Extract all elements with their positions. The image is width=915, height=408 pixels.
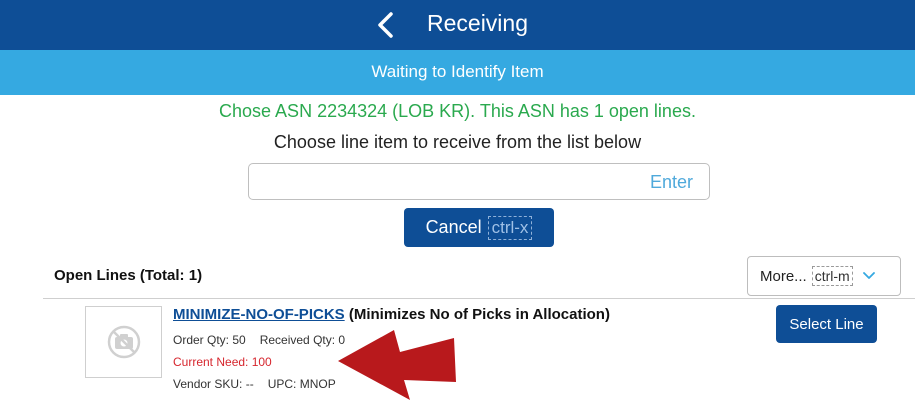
red-arrow-icon [338,330,456,400]
current-need: Current Need: 100 [173,355,272,369]
status-bar: Waiting to Identify Item [0,50,915,95]
cancel-shortcut-hint: ctrl-x [487,215,533,240]
divider [43,298,915,299]
more-shortcut-hint: ctrl-m [811,266,853,286]
header-bar: Receiving [0,0,915,50]
page-title: Receiving [427,10,528,36]
status-message: Chose ASN 2234324 (LOB KR). This ASN has… [219,101,696,121]
back-button[interactable] [370,8,400,42]
scan-input[interactable] [249,164,709,199]
received-qty: Received Qty: 0 [259,333,346,347]
more-button[interactable]: More... ctrl-m [747,256,901,296]
cancel-button[interactable]: Cancel ctrl-x [404,208,554,247]
open-lines-heading: Open Lines (Total: 1) [54,267,203,284]
order-qty: Order Qty: 50 [173,333,246,347]
vendor-sku: Vendor SKU: -- [173,377,254,391]
cancel-button-label: Cancel [425,217,482,237]
upc: UPC: MNOP [267,377,336,391]
sku-row: Vendor SKU: -- UPC: MNOP [173,377,336,391]
status-bar-text: Waiting to Identify Item [371,62,544,81]
select-line-button[interactable]: Select Line [776,305,877,343]
instruction-text: Choose line item to receive from the lis… [273,132,642,152]
item-image-placeholder [85,306,162,378]
enter-button[interactable]: Enter [650,172,693,193]
scan-input-group: Enter [248,163,710,200]
quantity-row: Order Qty: 50 Received Qty: 0 [173,333,345,347]
chevron-left-icon [378,12,393,38]
item-code-link[interactable]: MINIMIZE-NO-OF-PICKS [173,306,345,323]
line-item-title: MINIMIZE-NO-OF-PICKS (Minimizes No of Pi… [173,306,610,323]
no-image-icon [107,325,140,359]
item-description: (Minimizes No of Picks in Allocation) [348,306,610,323]
more-button-label: More... [760,267,807,285]
chevron-down-icon [862,272,875,280]
